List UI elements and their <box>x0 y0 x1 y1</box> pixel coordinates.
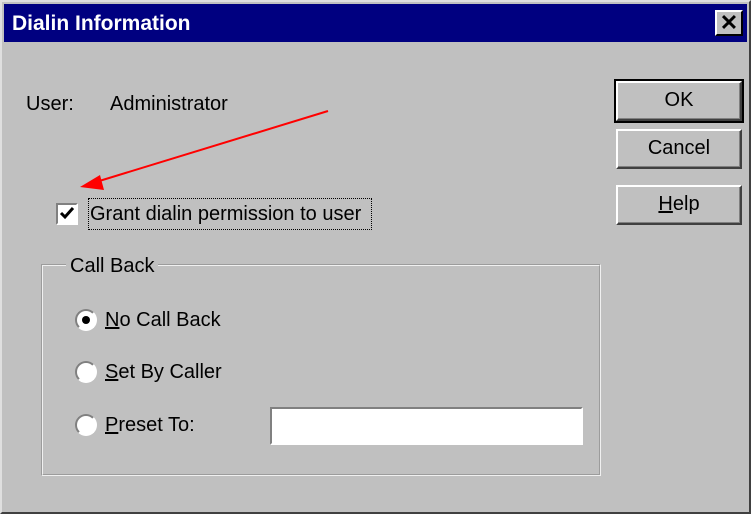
red-arrow-annotation <box>80 110 329 190</box>
